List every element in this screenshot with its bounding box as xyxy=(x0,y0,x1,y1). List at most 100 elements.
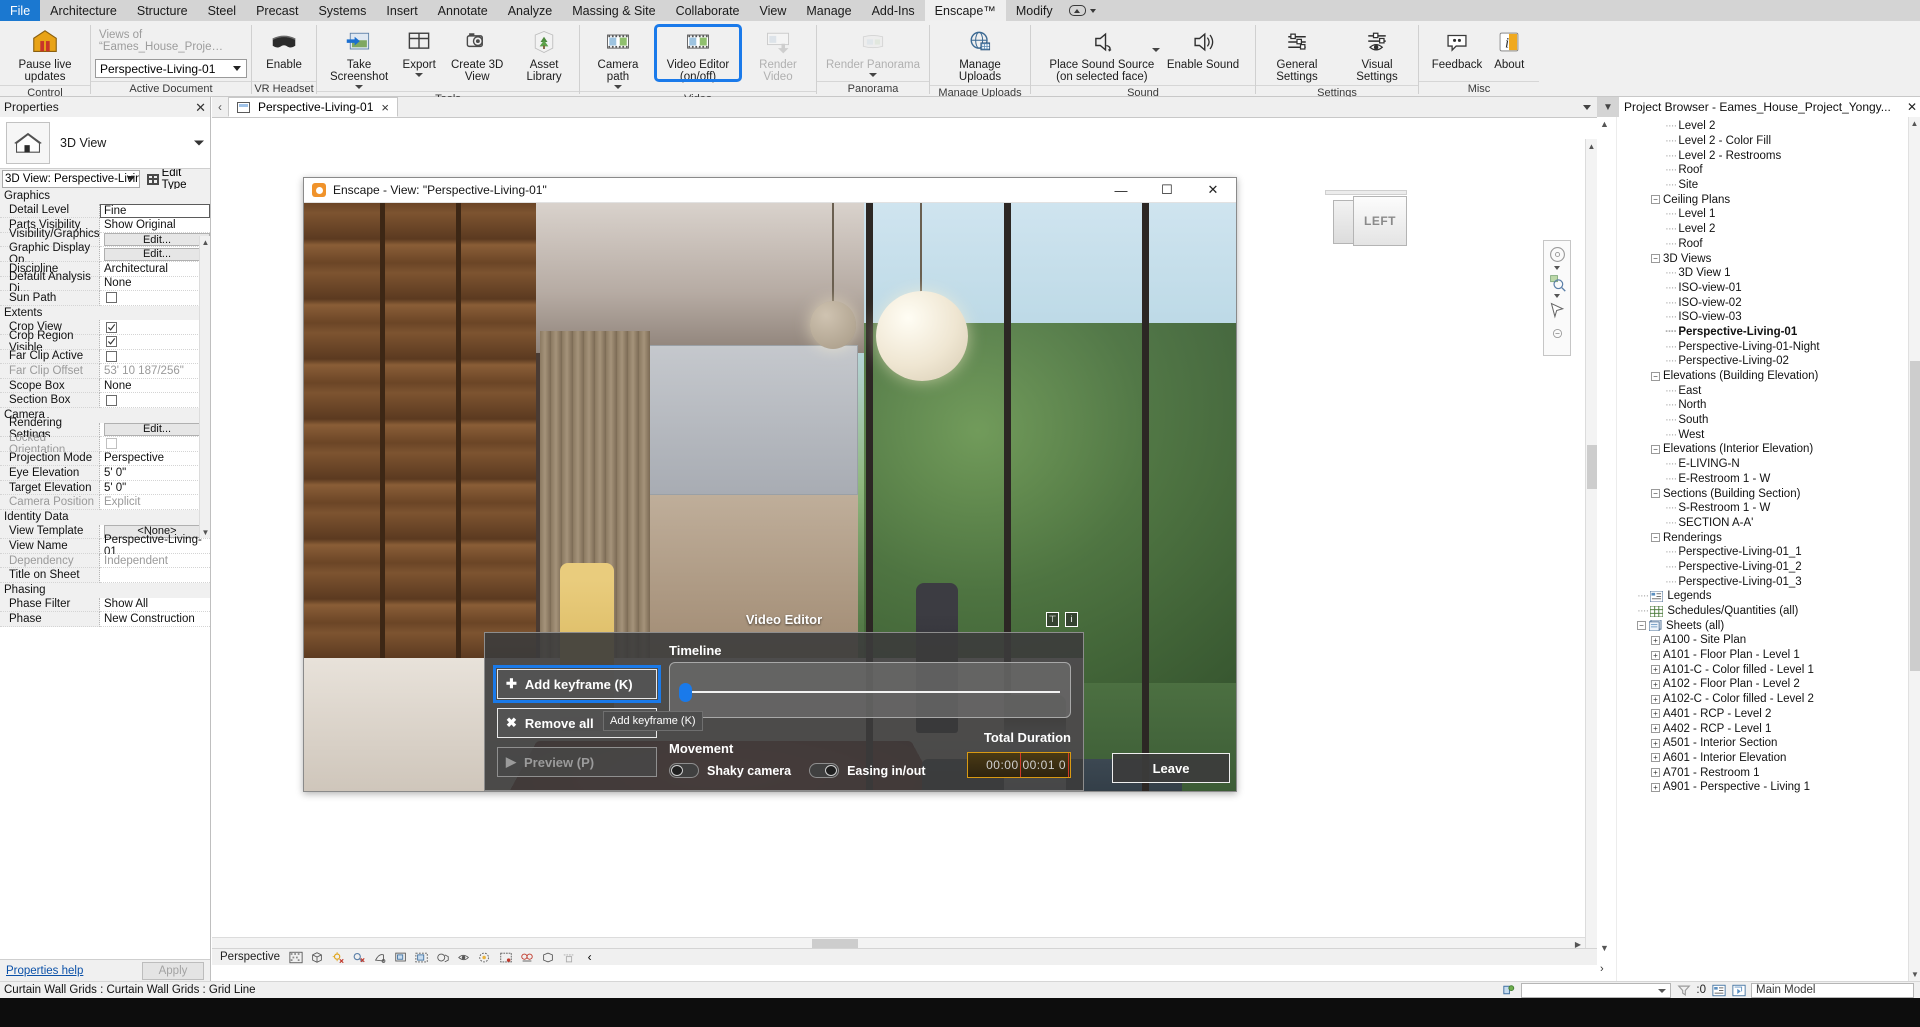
property-checkbox[interactable] xyxy=(100,320,210,335)
properties-toggle-icon[interactable] xyxy=(1711,983,1726,997)
property-row[interactable]: Crop Region Visible xyxy=(0,330,210,354)
tree-item[interactable]: ···· 3D View 1 xyxy=(1617,266,1908,281)
tree-item[interactable]: ···· E-LIVING-N xyxy=(1617,457,1908,472)
active-document-select[interactable]: Perspective-Living-01 xyxy=(95,59,247,78)
menu-item-add-ins[interactable]: Add-Ins xyxy=(862,0,925,21)
close-icon[interactable]: × xyxy=(381,100,389,115)
view-scale-label[interactable]: Perspective xyxy=(220,951,280,963)
property-edit-button[interactable]: Edit... xyxy=(100,247,210,262)
tree-item[interactable]: ···· Perspective-Living-01-Night xyxy=(1617,339,1908,354)
checkbox-unchecked-icon[interactable] xyxy=(106,394,117,406)
pause-live-updates-button[interactable]: Pause live updates xyxy=(4,24,86,85)
tree-item[interactable]: − Sheets (all) xyxy=(1617,618,1908,633)
expand-toggle-icon[interactable]: + xyxy=(1651,679,1660,689)
video-editor-button[interactable]: Video Editor (on/off) xyxy=(652,24,744,85)
property-row[interactable]: Target Elevation 5' 0" xyxy=(0,480,210,496)
design-options-icon[interactable] xyxy=(1501,983,1516,997)
properties-scrollbar[interactable]: ▲ ▼ xyxy=(199,236,210,538)
scroll-up-icon[interactable]: ▲ xyxy=(1600,119,1609,129)
property-row[interactable]: Title on Sheet xyxy=(0,568,210,584)
property-row[interactable]: Phase Filter Show All xyxy=(0,597,210,613)
close-icon[interactable]: ✕ xyxy=(1904,100,1920,114)
menu-item-view[interactable]: View xyxy=(750,0,797,21)
property-edit-button[interactable]: Edit... xyxy=(100,422,210,438)
tree-item[interactable]: + A101-C - Color filled - Level 1 xyxy=(1617,662,1908,677)
constraints-icon[interactable] xyxy=(561,950,576,964)
tree-item[interactable]: ···· Level 2 xyxy=(1617,119,1908,134)
expand-toggle-icon[interactable]: + xyxy=(1651,665,1660,675)
property-value[interactable]: 53' 10 187/256" xyxy=(100,364,210,379)
menu-item-massing-site[interactable]: Massing & Site xyxy=(562,0,665,21)
tree-item[interactable]: ···· Schedules/Quantities (all) xyxy=(1617,604,1908,619)
collapse-toggle-icon[interactable]: − xyxy=(1637,621,1646,631)
expand-toggle-icon[interactable]: + xyxy=(1651,724,1660,734)
expand-toggle-icon[interactable]: + xyxy=(1651,694,1660,704)
info-icon[interactable]: i xyxy=(1065,611,1078,627)
chevron-down-icon[interactable] xyxy=(355,85,364,89)
menu-item-steel[interactable]: Steel xyxy=(198,0,247,21)
view-canvas[interactable]: LEFT Enscape - View: "Perspective-Living… xyxy=(212,118,1597,965)
tree-item[interactable]: ···· S-Restroom 1 - W xyxy=(1617,501,1908,516)
tree-item[interactable]: ···· SECTION A-A' xyxy=(1617,516,1908,531)
tree-item[interactable]: ···· East xyxy=(1617,383,1908,398)
minimize-button[interactable]: — xyxy=(1098,178,1144,203)
enable-sound-button[interactable]: Enable Sound xyxy=(1162,24,1244,73)
chevron-down-icon[interactable] xyxy=(1554,266,1560,270)
shadows-icon[interactable] xyxy=(351,950,366,964)
tree-item[interactable]: ···· Level 2 - Restrooms xyxy=(1617,148,1908,163)
chevron-down-icon[interactable] xyxy=(614,85,622,89)
expand-toggle-icon[interactable]: + xyxy=(1651,709,1660,719)
checkbox-checked-icon[interactable] xyxy=(106,336,117,348)
scroll-up-icon[interactable]: ▲ xyxy=(1586,139,1597,153)
filter-icon[interactable] xyxy=(1676,983,1691,997)
property-value[interactable]: Independent xyxy=(100,553,210,569)
orbit-icon[interactable] xyxy=(1545,322,1569,344)
close-button[interactable]: ✕ xyxy=(1190,178,1236,203)
zoom-icon[interactable] xyxy=(1545,271,1569,293)
collapse-toggle-icon[interactable]: − xyxy=(1651,254,1660,264)
property-row[interactable]: Sun Path xyxy=(0,291,210,306)
expand-toggle-icon[interactable]: + xyxy=(1651,738,1660,748)
tree-item[interactable]: + A601 - Interior Elevation xyxy=(1617,751,1908,766)
about-button[interactable]: i About xyxy=(1487,24,1531,73)
tree-item[interactable]: ···· ISO-view-03 xyxy=(1617,310,1908,325)
property-row[interactable]: Far Clip Active xyxy=(0,349,210,365)
type-selector[interactable]: 3D View: Perspective-Living· xyxy=(2,170,140,188)
property-row[interactable]: Phase New Construction xyxy=(0,612,210,627)
feedback-button[interactable]: Feedback xyxy=(1427,24,1488,73)
chevron-down-icon[interactable] xyxy=(415,73,424,77)
collapse-toggle-icon[interactable]: − xyxy=(1651,371,1660,381)
chevron-down-icon[interactable] xyxy=(1554,294,1560,298)
property-edit-button[interactable]: Edit... xyxy=(100,232,210,248)
tree-item[interactable]: + A102 - Floor Plan - Level 2 xyxy=(1617,677,1908,692)
shaky-camera-toggle[interactable] xyxy=(669,763,699,778)
ribbon-display-options[interactable] xyxy=(1063,0,1102,21)
collapse-toggle-icon[interactable]: − xyxy=(1651,195,1660,205)
chevron-down-icon[interactable] xyxy=(194,140,204,145)
property-row[interactable]: Camera Position Explicit xyxy=(0,495,210,511)
general-settings-button[interactable]: General Settings xyxy=(1257,24,1337,85)
expand-toggle-icon[interactable]: + xyxy=(1651,782,1660,792)
menu-item-enscape[interactable]: Enscape™ xyxy=(924,0,1006,21)
menu-item-structure[interactable]: Structure xyxy=(127,0,198,21)
collapse-toggle-icon[interactable]: − xyxy=(1651,489,1660,499)
property-checkbox[interactable] xyxy=(100,334,210,350)
export-button[interactable]: Export xyxy=(397,24,441,79)
reveal-hidden-icon[interactable] xyxy=(477,950,492,964)
document-tab-perspective-living-01[interactable]: Perspective-Living-01 × xyxy=(228,97,398,117)
tree-item[interactable]: ···· Perspective-Living-01_3 xyxy=(1617,574,1908,589)
menu-item-manage[interactable]: Manage xyxy=(796,0,861,21)
expand-toggle-icon[interactable]: + xyxy=(1651,768,1660,778)
property-row[interactable]: Eye Elevation 5' 0" xyxy=(0,466,210,481)
place-sound-source-button[interactable]: Place Sound Source (on selected face) xyxy=(1042,24,1162,85)
project-browser-toggle-icon[interactable] xyxy=(1731,983,1746,997)
tree-item[interactable]: ···· North xyxy=(1617,398,1908,413)
project-browser-tree[interactable]: ···· Level 2 ···· Level 2 - Color Fill ···· L… xyxy=(1617,117,1908,981)
steering-wheel-icon[interactable] xyxy=(1545,243,1569,265)
apply-button[interactable]: Apply xyxy=(142,961,204,980)
canvas-vertical-scrollbar[interactable]: ▲ ▼ xyxy=(1585,139,1597,965)
lock-3d-view-icon[interactable] xyxy=(435,950,450,964)
tree-item[interactable]: + A401 - RCP - Level 2 xyxy=(1617,707,1908,722)
scroll-up-icon[interactable]: ▲ xyxy=(200,236,211,248)
property-value[interactable]: None xyxy=(100,378,210,394)
